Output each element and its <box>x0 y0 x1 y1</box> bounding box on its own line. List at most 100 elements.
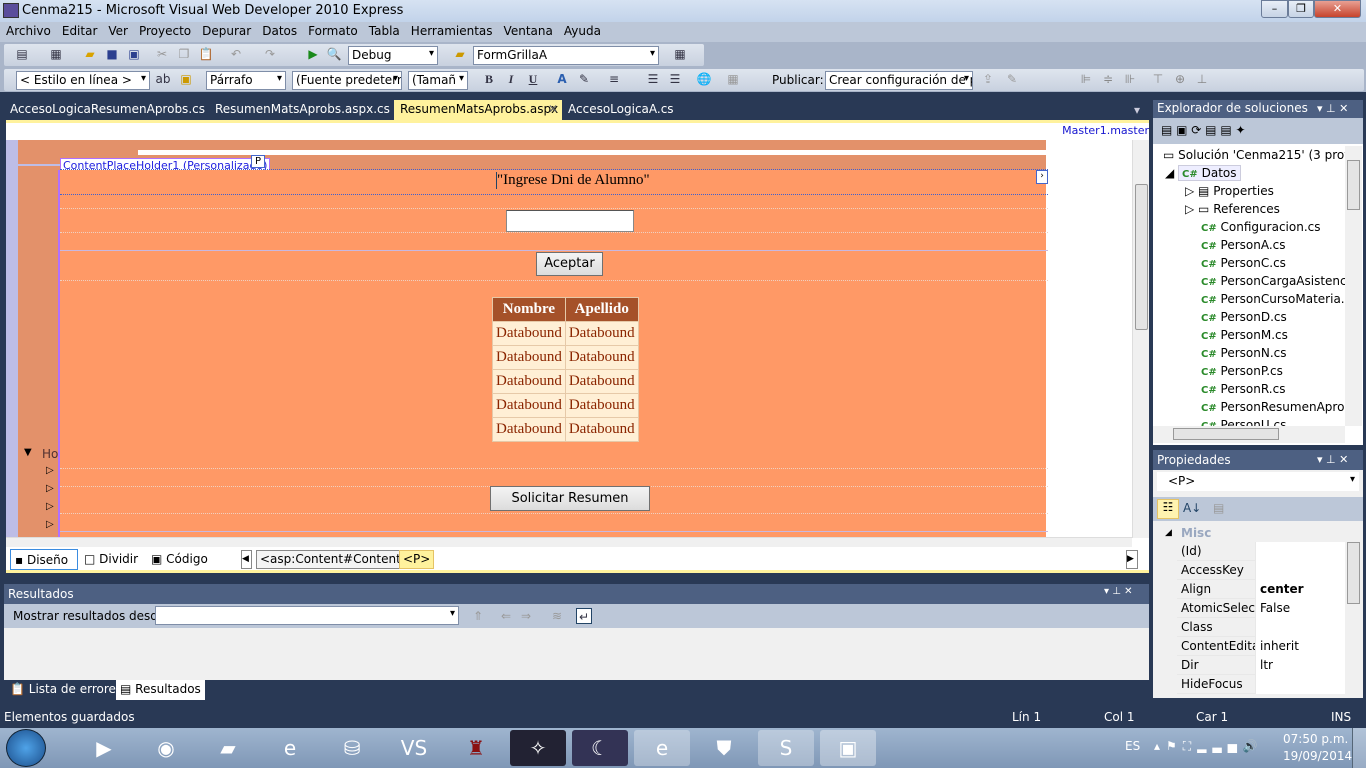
tree-item[interactable]: C# PersonCursoMateria.c <box>1185 292 1351 306</box>
maximize-button[interactable]: ❐ <box>1288 0 1314 18</box>
tree-item[interactable]: ▷ ▭ References <box>1185 202 1280 216</box>
tray-icons[interactable]: ▴⚑⛶▂▃▅🔊 <box>1154 739 1264 754</box>
tree-item[interactable]: C# PersonP.cs <box>1185 364 1283 378</box>
copy-icon[interactable]: ❐ <box>176 46 192 62</box>
menu-depurar[interactable]: Depurar <box>196 22 256 38</box>
panel-menu-icon[interactable]: ▾ ⊥ ✕ <box>1317 453 1348 466</box>
dni-input[interactable] <box>506 210 634 232</box>
expand-icon[interactable]: ▷ <box>46 483 54 494</box>
style-manage-icon[interactable]: ▣ <box>178 71 194 87</box>
clear-all-icon[interactable]: ≋ <box>549 608 565 624</box>
menu-herramientas[interactable]: Herramientas <box>405 22 498 38</box>
save-all-icon[interactable]: ▣ <box>126 46 142 62</box>
design-surface[interactable]: ContentPlaceHolder1 (Personalizado) P ▼ … <box>6 140 1132 538</box>
goto-icon[interactable]: ⇑ <box>470 608 486 624</box>
p-tag-glyph[interactable]: P <box>251 155 266 168</box>
align-top-icon[interactable]: ⊤ <box>1150 71 1166 87</box>
close-tab-icon[interactable]: ✕ <box>548 102 558 116</box>
tree-item[interactable]: C# PersonCargaAsistencia <box>1185 274 1357 288</box>
tab-acceso-logica-a[interactable]: AccesoLogicaA.cs <box>562 100 680 120</box>
object-select[interactable]: <P> <box>1157 472 1359 491</box>
results-tab[interactable]: ▤ Resultados <box>116 680 205 700</box>
properties-toolbar-icon[interactable]: ▤ ▣ ⟳ ▤ ▤ ✦ <box>1161 123 1246 137</box>
style-select[interactable]: < Estilo en línea > <box>16 71 150 90</box>
bold-button[interactable]: B <box>481 71 497 87</box>
align-right-icon[interactable]: ⊪ <box>1122 71 1138 87</box>
property-row[interactable]: Dir ltr <box>1177 656 1345 675</box>
tree-item[interactable]: ▷ ▤ Properties <box>1185 184 1274 198</box>
add-item-icon[interactable]: ▦ <box>48 46 64 62</box>
property-value[interactable]: ltr <box>1255 656 1345 675</box>
align-bottom-icon[interactable]: ⊥ <box>1194 71 1210 87</box>
expand-icon[interactable]: ▷ <box>46 501 54 512</box>
tab-acceso-logica-resumen[interactable]: AccesoLogicaResumenAprobs.cs <box>4 100 211 120</box>
menu-editar[interactable]: Editar <box>56 22 103 38</box>
show-desktop-button[interactable] <box>1352 728 1366 768</box>
menu-ver[interactable]: Ver <box>102 22 133 38</box>
underline-button[interactable]: U <box>525 71 541 87</box>
open-icon[interactable]: ▰ <box>82 46 98 62</box>
tree-item[interactable]: C# PersonA.cs <box>1185 238 1286 252</box>
fore-color-icon[interactable]: A <box>554 71 570 87</box>
tree-item[interactable]: C# PersonR.cs <box>1185 382 1285 396</box>
tree-scrollbar[interactable] <box>1345 146 1362 426</box>
next-message-icon[interactable]: ⇒ <box>518 608 534 624</box>
menu-datos[interactable]: Datos <box>256 22 302 38</box>
align-middle-icon[interactable]: ⊕ <box>1172 71 1188 87</box>
paste-icon[interactable]: 📋 <box>198 46 214 62</box>
breadcrumb-content2[interactable]: <asp:Content#Content2> <box>256 550 423 569</box>
publish-select[interactable]: Crear configuración de p <box>825 71 973 90</box>
hyperlink-icon[interactable]: 🌐 <box>696 71 712 87</box>
clock-date[interactable]: 19/09/2014 <box>1283 749 1352 763</box>
tree-item[interactable]: C# PersonC.cs <box>1185 256 1286 270</box>
language-indicator[interactable]: ES <box>1125 739 1140 753</box>
expand-icon[interactable]: ▷ <box>46 519 54 530</box>
property-value[interactable]: inherit <box>1255 637 1345 656</box>
skype-icon[interactable]: S <box>758 730 814 766</box>
tree-item[interactable]: C# PersonN.cs <box>1185 346 1287 360</box>
explorer-icon[interactable]: ▰ <box>200 730 256 766</box>
redo-icon[interactable]: ↷ <box>262 46 278 62</box>
smart-tag-icon[interactable]: › <box>1036 170 1048 184</box>
property-value[interactable]: center <box>1255 580 1345 599</box>
undo-icon[interactable]: ↶ <box>228 46 244 62</box>
start-debug-icon[interactable]: ▶ <box>305 46 321 62</box>
column-header-apellido[interactable]: Apellido <box>564 297 639 322</box>
column-header-nombre[interactable]: Nombre <box>492 297 566 322</box>
property-pages-icon[interactable]: ▤ <box>1213 501 1224 515</box>
menu-ayuda[interactable]: Ayuda <box>558 22 606 38</box>
start-button[interactable] <box>6 729 46 767</box>
panel-menu-icon[interactable]: ▾ ⊥ ✕ <box>1317 102 1348 115</box>
property-value[interactable] <box>1255 561 1345 580</box>
menu-tabla[interactable]: Tabla <box>363 22 405 38</box>
font-select[interactable]: (Fuente predeterr <box>292 71 402 90</box>
tree-item[interactable]: C# PersonD.cs <box>1185 310 1287 324</box>
chrome-icon[interactable]: ◉ <box>138 730 194 766</box>
menu-ventana[interactable]: Ventana <box>498 22 558 38</box>
show-from-select[interactable] <box>155 606 459 625</box>
prev-message-icon[interactable]: ⇐ <box>498 608 514 624</box>
word-wrap-icon[interactable]: ↵ <box>576 608 592 624</box>
split-view-tab[interactable]: □ Dividir <box>84 552 138 566</box>
error-list-tab[interactable]: 📋 Lista de errores <box>10 681 122 700</box>
menu-archivo[interactable]: Archivo <box>0 22 56 38</box>
categorized-icon[interactable]: ☷ <box>1157 499 1179 519</box>
breadcrumb-p[interactable]: <P> <box>399 550 435 569</box>
accept-button[interactable]: Aceptar <box>536 252 603 276</box>
chess-icon[interactable]: ♜ <box>448 730 504 766</box>
design-view-tab[interactable]: ▪ Diseño <box>10 549 78 570</box>
property-value[interactable]: False <box>1255 599 1345 618</box>
alphabetical-icon[interactable]: A↓ <box>1183 501 1201 515</box>
vertical-scrollbar[interactable] <box>1132 140 1149 538</box>
tab-resumen-aspx-cs[interactable]: ResumenMatsAprobs.aspx.cs <box>209 100 396 120</box>
property-row[interactable]: ContentEditat inherit <box>1177 637 1345 656</box>
config-select[interactable]: Debug <box>348 46 438 65</box>
project-datos[interactable]: ◢ C# Datos <box>1165 165 1241 181</box>
style-apply-icon[interactable]: ab <box>155 71 171 87</box>
menu-formato[interactable]: Formato <box>302 22 363 38</box>
visual-studio-icon[interactable]: VS <box>386 730 442 766</box>
results-menu-icon[interactable]: ▾ ⊥ ✕ <box>1104 586 1132 597</box>
property-value[interactable] <box>1255 675 1345 694</box>
ie-icon[interactable]: e <box>262 730 318 766</box>
comet-app-icon[interactable]: ✧ <box>510 730 566 766</box>
